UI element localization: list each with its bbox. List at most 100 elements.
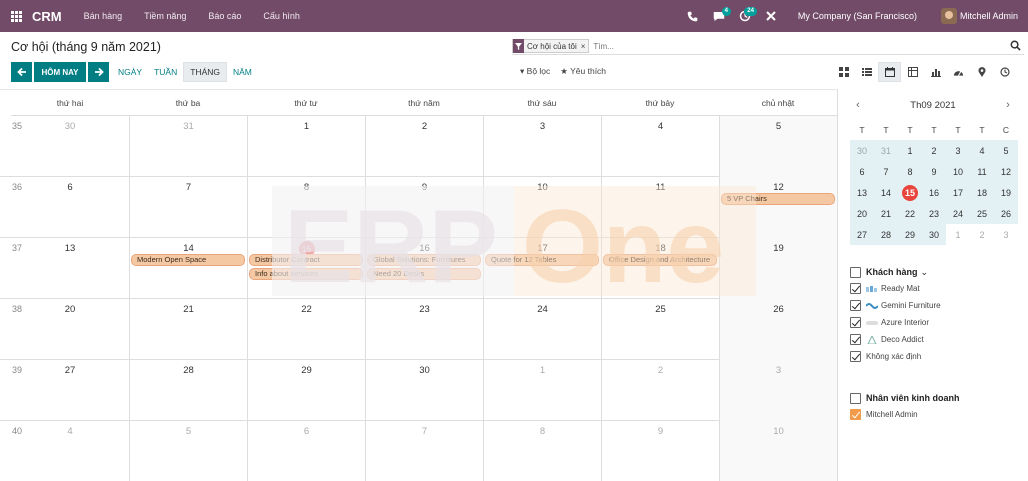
calendar-day[interactable]: 27 bbox=[11, 360, 129, 421]
customer-filter-item[interactable]: Deco Addict bbox=[850, 331, 1020, 348]
facet-remove-button[interactable]: × bbox=[581, 42, 586, 51]
mini-day[interactable]: 19 bbox=[994, 182, 1018, 203]
calendar-event[interactable]: Office Design and Architecture bbox=[603, 254, 717, 266]
mini-day[interactable]: 5 bbox=[994, 140, 1018, 161]
mini-day[interactable]: 26 bbox=[994, 203, 1018, 224]
calendar-day[interactable]: 28 bbox=[129, 360, 247, 421]
calendar-event[interactable]: Info about services bbox=[249, 268, 363, 280]
user-menu[interactable]: Mitchell Admin bbox=[960, 11, 1018, 21]
today-button[interactable]: HÔM NAY bbox=[34, 62, 86, 82]
activity-view-icon[interactable] bbox=[993, 62, 1016, 82]
salesperson-all-checkbox[interactable] bbox=[850, 392, 861, 404]
calendar-day[interactable]: 17 bbox=[483, 238, 601, 299]
customer-all-checkbox[interactable] bbox=[850, 266, 861, 278]
mini-day[interactable]: 22 bbox=[898, 203, 922, 224]
customer-filter-title[interactable]: Khách hàng ⌄ bbox=[850, 264, 1020, 280]
mini-day[interactable]: 18 bbox=[970, 182, 994, 203]
calendar-event[interactable]: Quote for 12 Tables bbox=[485, 254, 599, 266]
calendar-day[interactable]: 8 bbox=[247, 177, 365, 238]
calendar-day[interactable]: 20 bbox=[11, 299, 129, 360]
calendar-day[interactable]: 4 bbox=[11, 421, 129, 481]
kanban-view-icon[interactable] bbox=[832, 62, 855, 82]
calendar-view-icon[interactable] bbox=[878, 62, 901, 82]
menu-reporting[interactable]: Báo cáo bbox=[208, 11, 241, 21]
calendar-day[interactable]: 5 bbox=[129, 421, 247, 481]
search-input[interactable] bbox=[593, 39, 954, 53]
mini-day[interactable]: 10 bbox=[946, 161, 970, 182]
calendar-day[interactable]: 30 bbox=[11, 116, 129, 177]
list-view-icon[interactable] bbox=[855, 62, 878, 82]
mini-day[interactable]: 29 bbox=[898, 224, 922, 245]
calendar-day[interactable]: 7 bbox=[129, 177, 247, 238]
mini-day[interactable]: 12 bbox=[994, 161, 1018, 182]
mini-day[interactable]: 1 bbox=[946, 224, 970, 245]
pivot-view-icon[interactable] bbox=[901, 62, 924, 82]
mini-day[interactable]: 20 bbox=[850, 203, 874, 224]
calendar-day[interactable]: 12 bbox=[719, 177, 837, 238]
mini-day[interactable]: 6 bbox=[850, 161, 874, 182]
calendar-day[interactable]: 22 bbox=[247, 299, 365, 360]
mini-day-today[interactable]: 15 bbox=[898, 182, 922, 203]
filter-checkbox[interactable] bbox=[850, 351, 861, 362]
calendar-event[interactable]: Modern Open Space bbox=[131, 254, 245, 266]
calendar-day[interactable]: 30 bbox=[365, 360, 483, 421]
search-icon[interactable] bbox=[1010, 40, 1022, 52]
calendar-day[interactable]: 9 bbox=[365, 177, 483, 238]
mini-day[interactable]: 21 bbox=[874, 203, 898, 224]
calendar-day[interactable]: 9 bbox=[601, 421, 719, 481]
mini-day[interactable]: 2 bbox=[970, 224, 994, 245]
calendar-day[interactable]: 11 bbox=[601, 177, 719, 238]
calendar-event[interactable]: Need 20 Desks bbox=[367, 268, 481, 280]
calendar-day[interactable]: 1 bbox=[483, 360, 601, 421]
calendar-day[interactable]: 31 bbox=[129, 116, 247, 177]
map-view-icon[interactable] bbox=[970, 62, 993, 82]
calendar-day[interactable]: 3 bbox=[483, 116, 601, 177]
customer-filter-item[interactable]: Không xác định bbox=[850, 348, 1020, 365]
mini-day[interactable]: 7 bbox=[874, 161, 898, 182]
calendar-day[interactable]: 6 bbox=[11, 177, 129, 238]
activities-icon[interactable]: 24 bbox=[732, 0, 758, 32]
mini-day[interactable]: 17 bbox=[946, 182, 970, 203]
salesperson-filter-title[interactable]: Nhân viên kinh doanh bbox=[850, 390, 1020, 406]
dashboard-view-icon[interactable] bbox=[947, 62, 970, 82]
calendar-day[interactable]: 10 bbox=[719, 421, 837, 481]
mini-next-month-icon[interactable]: › bbox=[1000, 99, 1016, 111]
filters-dropdown[interactable]: ▾ Bộ lọc bbox=[520, 66, 550, 77]
calendar-day[interactable]: 21 bbox=[129, 299, 247, 360]
mini-day[interactable]: 9 bbox=[922, 161, 946, 182]
calendar-day[interactable]: 5 bbox=[719, 116, 837, 177]
calendar-event[interactable]: Global Solutions: Furnitures bbox=[367, 254, 481, 266]
calendar-day[interactable]: 3 bbox=[719, 360, 837, 421]
calendar-day[interactable]: 18 bbox=[601, 238, 719, 299]
scale-year[interactable]: NĂM bbox=[227, 62, 258, 82]
user-avatar[interactable] bbox=[940, 8, 957, 24]
messages-icon[interactable]: 4 bbox=[706, 0, 732, 32]
calendar-day[interactable]: 10 bbox=[483, 177, 601, 238]
mini-day[interactable]: 28 bbox=[874, 224, 898, 245]
scale-day[interactable]: NGÀY bbox=[112, 62, 148, 82]
mini-day[interactable]: 1 bbox=[898, 140, 922, 161]
customer-filter-item[interactable]: Gemini Furniture bbox=[850, 297, 1020, 314]
favorites-dropdown[interactable]: ★ Yêu thích bbox=[560, 66, 606, 77]
mini-day[interactable]: 25 bbox=[970, 203, 994, 224]
calendar-day[interactable]: 1 bbox=[247, 116, 365, 177]
calendar-day[interactable]: 23 bbox=[365, 299, 483, 360]
next-button[interactable] bbox=[88, 62, 109, 82]
mini-day[interactable]: 13 bbox=[850, 182, 874, 203]
scale-month[interactable]: THÁNG bbox=[183, 62, 227, 82]
filter-checkbox[interactable] bbox=[850, 409, 861, 420]
mini-day[interactable]: 3 bbox=[946, 140, 970, 161]
menu-leads[interactable]: Tiềm năng bbox=[144, 11, 186, 21]
calendar-day[interactable]: 13 bbox=[11, 238, 129, 299]
calendar-day[interactable]: 26 bbox=[719, 299, 837, 360]
debug-close-icon[interactable] bbox=[758, 0, 784, 32]
calendar-event[interactable]: Distributor Contract bbox=[249, 254, 363, 266]
app-brand[interactable]: CRM bbox=[32, 9, 62, 24]
calendar-day[interactable]: 19 bbox=[719, 238, 837, 299]
calendar-day[interactable]: 4 bbox=[601, 116, 719, 177]
menu-sales[interactable]: Bán hàng bbox=[84, 11, 123, 21]
company-switcher[interactable]: My Company (San Francisco) bbox=[798, 11, 917, 21]
calendar-day[interactable]: 29 bbox=[247, 360, 365, 421]
mini-day[interactable]: 30 bbox=[922, 224, 946, 245]
mini-day[interactable]: 14 bbox=[874, 182, 898, 203]
